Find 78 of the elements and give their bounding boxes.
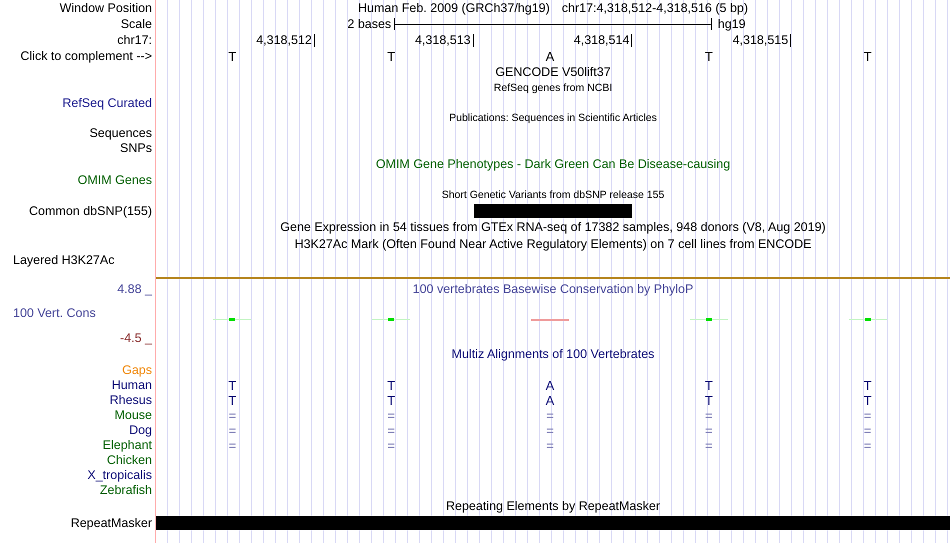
- track-label[interactable]: chr17:: [117, 34, 152, 46]
- track-title: H3K27Ac Mark (Often Found Near Active Regulatory Elements) on 7 cell lines from ENCODE: [294, 238, 812, 251]
- track-label[interactable]: Rhesus: [110, 394, 152, 407]
- base-letter: T: [228, 379, 236, 392]
- track-label[interactable]: RefSeq Curated: [62, 97, 152, 110]
- track-label[interactable]: RepeatMasker: [70, 516, 152, 530]
- track-title: Gene Expression in 54 tissues from GTEx RNA-seq of 17382 samples, 948 donors (V8, Aug 2019): [280, 221, 826, 234]
- ruler-tick: 4,318,514: [574, 34, 632, 46]
- track-title: Publications: Sequences in Scientific Articles: [449, 113, 657, 124]
- base-letter[interactable]: T: [704, 50, 713, 62]
- scale-length: 2 bases: [347, 18, 392, 30]
- ruler-tick: 4,318,513: [414, 34, 474, 46]
- conservation-mark: [213, 318, 252, 321]
- base-letter: =: [864, 424, 872, 437]
- track-label[interactable]: Chicken: [106, 454, 152, 467]
- track-title: Multiz Alignments of 100 Vertebrates: [452, 348, 654, 361]
- track-label[interactable]: X_tropicalis: [87, 469, 152, 482]
- base-letter[interactable]: T: [864, 50, 872, 62]
- base-letter: =: [704, 439, 713, 452]
- base-letter: =: [387, 409, 395, 422]
- track-title: RefSeq genes from NCBI: [494, 83, 612, 94]
- track-label[interactable]: Layered H3K27Ac: [13, 254, 114, 267]
- track-label[interactable]: Sequences: [89, 127, 152, 140]
- conservation-mark: [848, 318, 887, 321]
- base-letter: =: [864, 409, 872, 422]
- base-letter: T: [387, 394, 396, 407]
- track-label[interactable]: SNPs: [120, 142, 152, 155]
- track-title: OMIM Gene Phenotypes - Dark Green Can Be Disease-causing: [376, 158, 730, 171]
- base-letter: =: [704, 424, 713, 437]
- base-letter: T: [704, 394, 713, 407]
- track-label[interactable]: OMIM Genes: [78, 174, 152, 187]
- conservation-mark: [690, 318, 728, 321]
- base-letter: =: [228, 439, 236, 452]
- base-letter: A: [546, 394, 554, 407]
- base-letter: =: [546, 439, 554, 452]
- track-title: 100 vertebrates Basewise Conservation by PhyloP: [412, 282, 694, 296]
- track-title: Repeating Elements by RepeatMasker: [446, 500, 660, 513]
- feature-block[interactable]: [474, 204, 632, 218]
- feature-block[interactable]: [791, 516, 950, 530]
- base-letter: T: [228, 394, 236, 407]
- base-letter: =: [546, 424, 554, 437]
- base-letter: =: [546, 409, 554, 422]
- track-label[interactable]: Dog: [129, 424, 152, 437]
- base-letter[interactable]: A: [546, 50, 554, 62]
- feature-block[interactable]: [156, 516, 315, 530]
- track-label[interactable]: Elephant: [102, 439, 152, 452]
- track-label[interactable]: Human: [112, 379, 152, 392]
- base-letter: =: [387, 439, 395, 452]
- track-label[interactable]: Common dbSNP(155): [29, 204, 152, 218]
- base-letter: =: [864, 439, 872, 452]
- conservation-mark: [372, 318, 410, 321]
- base-letter: =: [228, 409, 236, 422]
- base-letter: T: [704, 379, 713, 392]
- track-title: GENCODE V50lift37: [495, 66, 611, 79]
- scale-assembly: hg19: [718, 16, 746, 31]
- track-label[interactable]: Click to complement -->: [20, 50, 152, 62]
- track-label[interactable]: Scale: [120, 18, 152, 30]
- base-letter[interactable]: T: [228, 50, 236, 62]
- track-label[interactable]: 100 Vert. Cons: [13, 307, 96, 320]
- base-letter: =: [704, 409, 713, 422]
- position-range: chr17:4,318,512-4,318,516 (5 bp): [562, 2, 748, 14]
- base-letter: T: [387, 379, 396, 392]
- base-letter[interactable]: T: [387, 50, 396, 62]
- conservation-mark: [530, 319, 569, 321]
- track-label[interactable]: Window Position: [60, 2, 152, 14]
- ruler-tick: 4,318,515: [732, 34, 792, 46]
- track-label[interactable]: Zebrafish: [100, 484, 152, 497]
- assembly-name: Human Feb. 2009 (GRCh37/hg19): [358, 2, 550, 14]
- track-label[interactable]: -4.5 _: [120, 332, 152, 344]
- base-letter: =: [228, 424, 236, 437]
- track-title: Short Genetic Variants from dbSNP release 155: [442, 190, 664, 201]
- base-letter: T: [864, 394, 872, 407]
- track-label[interactable]: Mouse: [114, 409, 152, 422]
- base-letter: A: [546, 379, 554, 392]
- base-letter: =: [387, 424, 395, 437]
- ruler-tick: 4,318,512: [256, 34, 315, 46]
- base-letter: T: [864, 379, 872, 392]
- track-label[interactable]: 4.88 _: [117, 282, 152, 296]
